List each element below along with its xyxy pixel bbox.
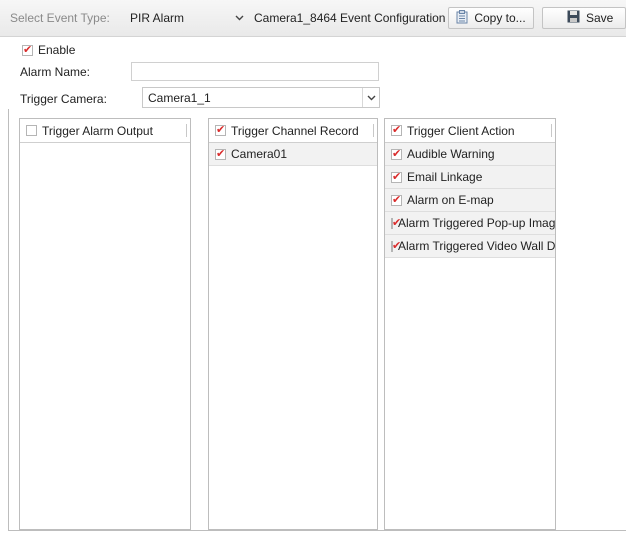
enable-checkbox-row[interactable]: Enable bbox=[22, 43, 75, 57]
list-item[interactable]: Audible Warning bbox=[385, 143, 555, 166]
list-item-label: Alarm Triggered Pop-up Image bbox=[398, 216, 555, 230]
list-item-label: Camera01 bbox=[231, 147, 288, 161]
save-button[interactable]: Save bbox=[542, 7, 626, 29]
column-divider[interactable] bbox=[373, 124, 374, 137]
alarm-name-label: Alarm Name: bbox=[20, 65, 91, 79]
trigger-camera-label: Trigger Camera: bbox=[20, 92, 107, 106]
client-action-header-label: Trigger Client Action bbox=[407, 123, 515, 138]
alarm-on-emap-checkbox[interactable] bbox=[391, 193, 402, 206]
copy-icon bbox=[456, 9, 468, 27]
channel-record-panel: Trigger Channel Record Camera01 bbox=[208, 118, 378, 530]
client-action-checkbox[interactable] bbox=[391, 123, 402, 136]
enable-checkbox[interactable] bbox=[22, 43, 33, 56]
alarm-output-header[interactable]: Trigger Alarm Output bbox=[20, 119, 190, 143]
list-item[interactable]: Alarm Triggered Video Wall Di... bbox=[385, 235, 555, 258]
alarm-output-checkbox[interactable] bbox=[26, 125, 37, 136]
alarm-output-header-label: Trigger Alarm Output bbox=[42, 123, 153, 138]
column-divider[interactable] bbox=[186, 124, 187, 137]
email-linkage-checkbox[interactable] bbox=[391, 170, 402, 183]
enable-label: Enable bbox=[38, 43, 76, 57]
channel-record-checkbox[interactable] bbox=[215, 123, 226, 136]
configuration-title: Camera1_8464 Event Configuration bbox=[254, 11, 446, 25]
toolbar: Select Event Type: PIR Alarm Camera1_846… bbox=[0, 0, 626, 37]
list-item[interactable]: Alarm Triggered Pop-up Image bbox=[385, 212, 555, 235]
trigger-camera-value: Camera1_1 bbox=[148, 91, 211, 105]
frame-bottom-edge bbox=[8, 530, 626, 531]
save-icon bbox=[567, 10, 580, 26]
copy-to-button[interactable]: Copy to... bbox=[448, 7, 534, 29]
select-event-type-label: Select Event Type: bbox=[10, 11, 110, 25]
channel-record-header[interactable]: Trigger Channel Record bbox=[209, 119, 377, 143]
chevron-down-icon bbox=[362, 88, 379, 107]
event-type-select[interactable]: PIR Alarm bbox=[124, 8, 248, 28]
video-wall-checkbox[interactable] bbox=[391, 239, 401, 252]
list-item-label: Audible Warning bbox=[407, 147, 495, 161]
frame-left-edge bbox=[8, 109, 9, 530]
list-item[interactable]: Email Linkage bbox=[385, 166, 555, 189]
camera01-checkbox[interactable] bbox=[215, 147, 226, 160]
list-item-label: Alarm on E-map bbox=[407, 193, 494, 207]
list-item-label: Email Linkage bbox=[407, 170, 483, 184]
audible-warning-checkbox[interactable] bbox=[391, 147, 402, 160]
event-type-value: PIR Alarm bbox=[130, 11, 185, 25]
save-label: Save bbox=[586, 11, 614, 25]
list-item[interactable]: Camera01 bbox=[209, 143, 377, 166]
alarm-output-panel: Trigger Alarm Output bbox=[19, 118, 191, 530]
list-item[interactable]: Alarm on E-map bbox=[385, 189, 555, 212]
client-action-header[interactable]: Trigger Client Action bbox=[385, 119, 555, 143]
channel-record-header-label: Trigger Channel Record bbox=[231, 123, 359, 138]
client-action-panel: Trigger Client Action Audible Warning Em… bbox=[384, 118, 556, 530]
alarm-name-input[interactable] bbox=[131, 62, 379, 81]
chevron-down-icon bbox=[231, 9, 247, 27]
column-divider[interactable] bbox=[551, 124, 552, 137]
trigger-camera-select[interactable]: Camera1_1 bbox=[142, 87, 380, 108]
list-item-label: Alarm Triggered Video Wall Di... bbox=[398, 239, 555, 253]
copy-to-label: Copy to... bbox=[474, 11, 526, 25]
popup-image-checkbox[interactable] bbox=[391, 216, 401, 229]
